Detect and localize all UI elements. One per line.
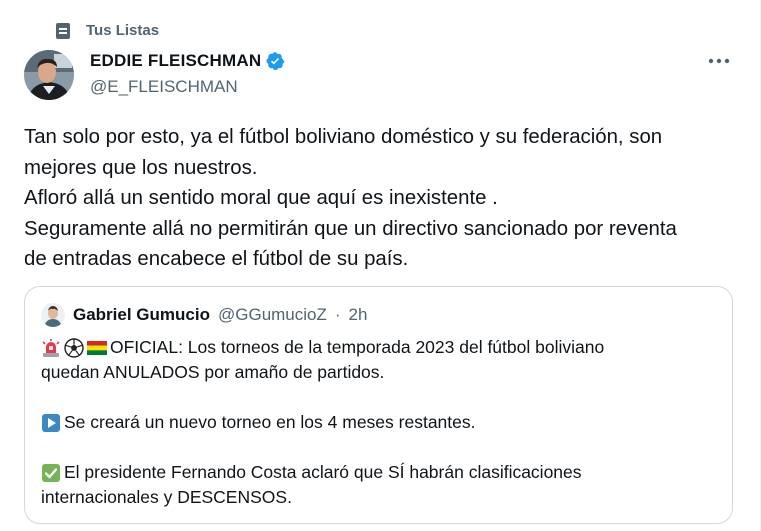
- siren-emoji: [42, 338, 60, 357]
- quoted-text-line: Se creará un nuevo torneo en los 4 meses…: [41, 410, 721, 435]
- tweet-text: Tan solo por esto, ya el fútbol bolivian…: [24, 122, 739, 275]
- quoted-author-avatar-image: [41, 303, 65, 327]
- tweet-text-line: de entradas encabece el fútbol de su paí…: [24, 248, 409, 270]
- tweet-card[interactable]: Tus Listas EDDIE FLEISCHMAN @E_FLEISCHMA…: [0, 0, 761, 531]
- tweet-text-line: Tan solo por esto, ya el fútbol bolivian…: [24, 126, 663, 148]
- meta-separator: ·: [334, 305, 341, 324]
- quoted-text-content: internacionales y DESCENSOS.: [41, 487, 292, 507]
- quoted-tweet[interactable]: Gabriel Gumucio @GGumucioZ · 2h OFICIAL:…: [24, 286, 733, 524]
- soccer-ball-emoji: [64, 337, 84, 358]
- quoted-author-avatar: [41, 303, 65, 327]
- author-handle[interactable]: @E_FLEISCHMAN: [90, 77, 285, 97]
- social-context[interactable]: Tus Listas: [56, 22, 159, 39]
- author-avatar[interactable]: [24, 50, 74, 100]
- social-context-label: Tus Listas: [86, 22, 160, 39]
- more-options-icon[interactable]: [708, 56, 730, 66]
- quoted-text-content: quedan ANULADOS por amaño de partidos.: [41, 362, 385, 382]
- tweet-text-line: mejores que los nuestros.: [24, 156, 258, 179]
- quoted-text-line: internacionales y DESCENSOS.: [41, 485, 721, 510]
- quoted-text-line: El presidente Fernando Costa aclaró que …: [41, 460, 721, 485]
- quoted-text-content: El presidente Fernando Costa aclaró que …: [64, 462, 582, 482]
- quoted-author-name[interactable]: Gabriel Gumucio: [73, 305, 210, 325]
- author-block: EDDIE FLEISCHMAN @E_FLEISCHMAN: [90, 51, 285, 97]
- bolivia-flag-emoji: [87, 340, 107, 355]
- author-avatar-image: [24, 50, 74, 100]
- quoted-text-line: quedan ANULADOS por amaño de partidos.: [41, 360, 721, 385]
- author-name[interactable]: EDDIE FLEISCHMAN: [90, 51, 261, 71]
- tweet-text-line: Afloró allá un sentido moral que aquí es…: [24, 187, 498, 209]
- quoted-text-blank: [41, 385, 721, 410]
- verified-badge-icon[interactable]: [265, 51, 285, 71]
- quoted-tweet-text: OFICIAL: Los torneos de la temporada 202…: [41, 335, 721, 510]
- quoted-text-blank: [41, 435, 721, 460]
- quoted-author-handle[interactable]: @GGumucioZ: [218, 305, 327, 325]
- quoted-text-content: OFICIAL: Los torneos de la temporada 202…: [110, 337, 605, 357]
- quoted-tweet-header: Gabriel Gumucio @GGumucioZ · 2h: [41, 303, 367, 327]
- play-button-emoji: [42, 413, 60, 432]
- quoted-text-content: Se creará un nuevo torneo en los 4 meses…: [64, 412, 476, 432]
- list-icon: [56, 22, 70, 39]
- quoted-tweet-time[interactable]: 2h: [349, 305, 368, 325]
- check-mark-emoji: [42, 463, 60, 482]
- quoted-text-line: OFICIAL: Los torneos de la temporada 202…: [41, 335, 721, 360]
- tweet-text-line: Seguramente allá no permitirán que un di…: [24, 217, 677, 240]
